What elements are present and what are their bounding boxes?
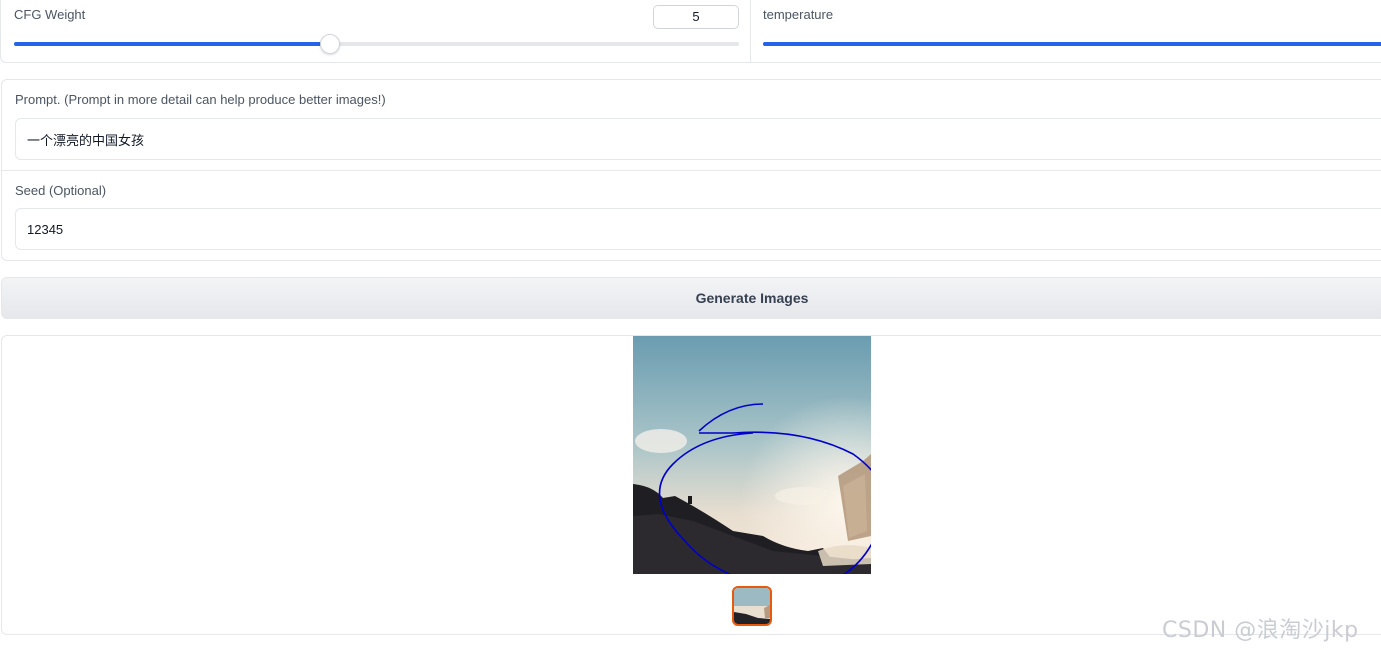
- form-divider: [2, 170, 1381, 171]
- generate-images-label: Generate Images: [695, 290, 809, 306]
- temperature-block: temperature: [752, 0, 1381, 62]
- cfg-weight-slider-thumb[interactable]: [320, 34, 340, 54]
- cfg-weight-block: CFG Weight 5: [1, 0, 751, 62]
- prompt-label: Prompt. (Prompt in more detail can help …: [15, 92, 386, 107]
- cfg-weight-number-input[interactable]: 5: [653, 5, 739, 29]
- temperature-slider[interactable]: [763, 42, 1381, 46]
- temperature-label: temperature: [763, 7, 834, 22]
- seed-input[interactable]: [15, 208, 1381, 250]
- prompt-input[interactable]: [15, 118, 1381, 160]
- gallery-thumbnail[interactable]: [732, 586, 772, 626]
- slider-row: CFG Weight 5 temperature: [0, 0, 1381, 63]
- image-gallery: [1, 335, 1381, 635]
- cfg-weight-slider-fill: [14, 42, 330, 46]
- gallery-thumbnail-image: [734, 588, 770, 624]
- temperature-slider-fill: [763, 42, 1381, 46]
- generated-image[interactable]: [633, 336, 871, 574]
- cfg-weight-slider[interactable]: [14, 34, 739, 54]
- cfg-weight-label: CFG Weight: [14, 7, 86, 22]
- watermark-text: CSDN @浪淘沙jkp: [1162, 618, 1359, 643]
- generate-images-button[interactable]: Generate Images: [1, 277, 1381, 319]
- seed-label: Seed (Optional): [15, 183, 107, 198]
- input-form: Prompt. (Prompt in more detail can help …: [1, 79, 1381, 261]
